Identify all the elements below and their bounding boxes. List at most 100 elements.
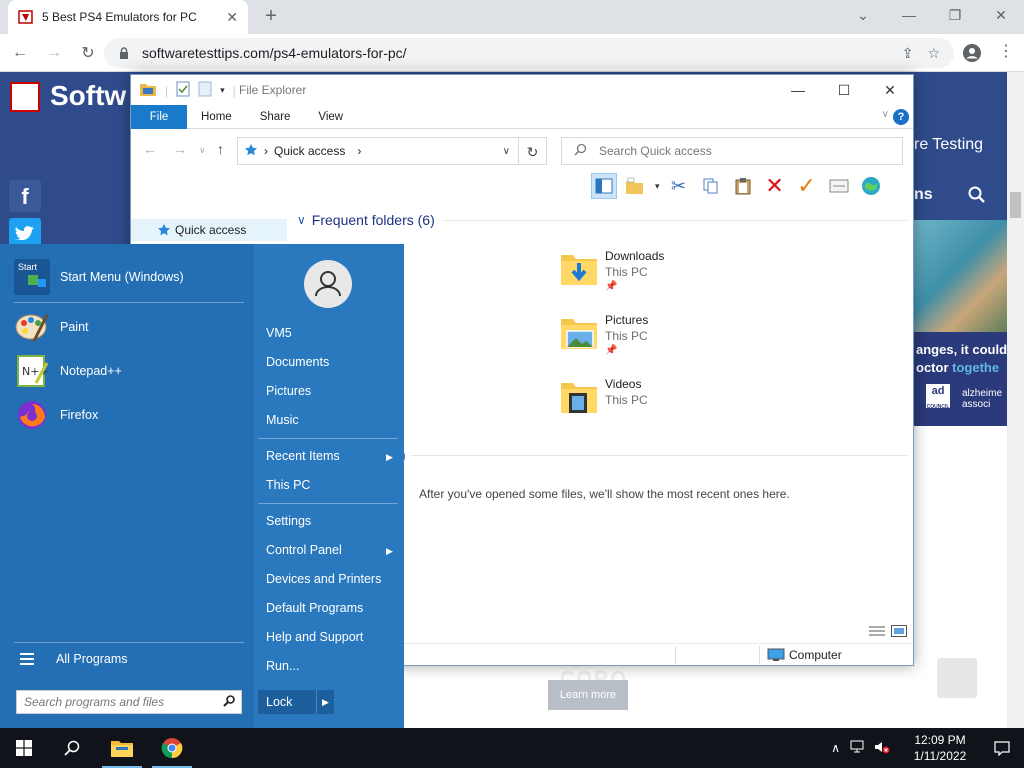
taskbar-file-explorer[interactable] [98,728,146,768]
learn-more-button[interactable]: Learn more [548,680,628,710]
facebook-icon[interactable]: f [9,180,41,212]
minimize-icon[interactable]: — [886,0,932,30]
start-link-devices-and-printers[interactable]: Devices and Printers [266,572,381,586]
program-firefox[interactable]: Firefox [14,396,250,434]
share-icon[interactable]: ⇪ [902,45,914,62]
ribbon-tab-view[interactable]: View [304,105,357,129]
start-search-input[interactable]: Search programs and files [16,690,242,714]
address-bar[interactable]: softwaretesttips.com/ps4-emulators-for-p… [104,38,954,68]
navigation-pane-icon[interactable] [591,173,617,199]
network-icon[interactable] [850,740,866,757]
browser-tab-title: 5 Best PS4 Emulators for PC [42,10,197,24]
browser-tab[interactable]: 5 Best PS4 Emulators for PC ✕ [8,0,248,34]
help-icon[interactable]: ? [893,109,909,125]
start-link-settings[interactable]: Settings [266,514,311,528]
back-icon[interactable]: ← [6,39,34,67]
delete-icon[interactable]: ✕ [762,173,788,199]
ribbon-tab-file[interactable]: File [131,104,187,129]
details-view-icon[interactable] [869,625,885,640]
start-link-pictures[interactable]: Pictures [266,384,311,398]
qat-dropdown-icon[interactable]: ▾ [220,85,225,96]
profile-icon[interactable] [962,43,982,66]
close-window-icon[interactable]: ✕ [978,0,1024,30]
network-globe-icon[interactable] [858,173,884,199]
program-paint[interactable]: Paint [14,308,250,346]
ribbon-tab-share[interactable]: Share [246,105,305,129]
start-link-recent-items[interactable]: Recent Items [266,449,340,463]
start-link-vm5[interactable]: VM5 [266,326,292,340]
new-item-dropdown-icon[interactable]: ▾ [655,181,660,192]
scrollbar-thumb[interactable] [1010,192,1021,218]
explorer-folder-icon[interactable] [139,81,157,100]
status-divider [675,646,676,664]
explorer-address-bar[interactable]: › Quick access › ∨ [237,137,519,165]
copy-icon[interactable] [698,173,724,199]
program-notepad-plus-plus[interactable]: N++ Notepad++ [14,352,250,390]
chrome-menu-icon[interactable]: ⋮ [998,43,1014,66]
folder-item-videos[interactable]: Videos This PC [559,373,799,423]
explorer-search-box[interactable]: Search Quick access [561,137,903,165]
ribbon-expand-icon[interactable]: ∨ [882,109,889,120]
rename-check-icon[interactable]: ✓ [794,173,820,199]
site-logo-icon[interactable] [10,82,40,112]
explorer-back-icon[interactable]: ← [143,141,157,157]
cut-icon[interactable]: ✂ [666,173,692,199]
taskbar-search-button[interactable] [48,728,96,768]
forward-icon[interactable]: → [40,39,68,67]
breadcrumb-chevron-icon[interactable]: › [357,144,361,158]
paste-icon[interactable] [730,173,756,199]
nav-quick-access[interactable]: Quick access [131,219,287,241]
bookmark-star-icon[interactable]: ☆ [927,45,940,62]
windows-start-button[interactable] [0,728,48,768]
recent-locations-icon[interactable]: ∨ [199,145,206,156]
tab-close-icon[interactable]: ✕ [226,9,238,26]
taskbar-clock[interactable]: 12:09 PM 1/11/2022 [900,732,980,764]
start-link-run[interactable]: Run... [266,659,299,673]
new-tab-icon[interactable]: + [260,5,282,27]
start-link-default-programs[interactable]: Default Programs [266,601,363,615]
new-folder-icon[interactable] [198,81,212,100]
power-options-arrow-icon[interactable]: ▶ [316,690,334,714]
action-center-icon[interactable] [980,740,1024,756]
properties-panel-icon[interactable] [826,173,852,199]
start-link-this-pc[interactable]: This PC [266,478,310,492]
reload-icon[interactable]: ↻ [74,39,102,67]
explorer-forward-icon[interactable]: → [173,141,187,157]
site-search-icon[interactable] [968,186,986,204]
scroll-to-top-button[interactable] [937,658,977,698]
search-icon[interactable] [223,694,235,710]
refresh-icon[interactable]: ↻ [519,137,547,165]
lock-button[interactable]: Lock ▶ [258,690,334,714]
volume-muted-icon[interactable] [874,740,890,757]
properties-icon[interactable] [176,81,190,100]
start-link-documents[interactable]: Documents [266,355,329,369]
program-start-menu-windows[interactable]: Start Start Menu (Windows) [14,258,250,296]
explorer-close-icon[interactable]: ✕ [867,75,913,105]
up-icon[interactable]: ↑ [217,141,224,157]
large-icons-view-icon[interactable] [891,625,907,640]
taskbar-chrome[interactable] [148,728,196,768]
tab-search-icon[interactable]: ⌄ [840,0,886,30]
address-dropdown-icon[interactable]: ∨ [503,146,510,157]
page-scrollbar[interactable] [1007,72,1024,728]
start-link-help-and-support[interactable]: Help and Support [266,630,363,644]
folder-item-downloads[interactable]: Downloads This PC 📌 [559,245,799,295]
restore-icon[interactable]: ❐ [932,0,978,30]
explorer-minimize-icon[interactable]: — [775,75,821,105]
new-item-icon[interactable] [623,173,649,199]
ribbon-tab-home[interactable]: Home [187,105,246,129]
user-avatar[interactable] [304,260,352,308]
folder-item-pictures[interactable]: Pictures This PC 📌 [559,309,799,359]
start-link-control-panel[interactable]: Control Panel [266,543,342,557]
start-link-music[interactable]: Music [266,413,299,427]
ad-banner[interactable]: anges, it could octor togethe ad COUNCIL … [914,220,1007,426]
frequent-folders-header[interactable]: ∨ Frequent folders (6) [297,211,907,229]
explorer-maximize-icon[interactable]: ☐ [821,75,867,105]
site-name[interactable]: Softw [50,80,126,112]
start-menu-divider [14,642,244,643]
site-menu-item[interactable]: ns [914,186,933,204]
show-hidden-icons-icon[interactable]: ∧ [831,741,840,755]
collapse-chevron-icon[interactable]: ∨ [297,213,306,227]
all-programs-button[interactable]: All Programs [20,652,128,666]
breadcrumb-quick-access[interactable]: Quick access [274,144,345,158]
